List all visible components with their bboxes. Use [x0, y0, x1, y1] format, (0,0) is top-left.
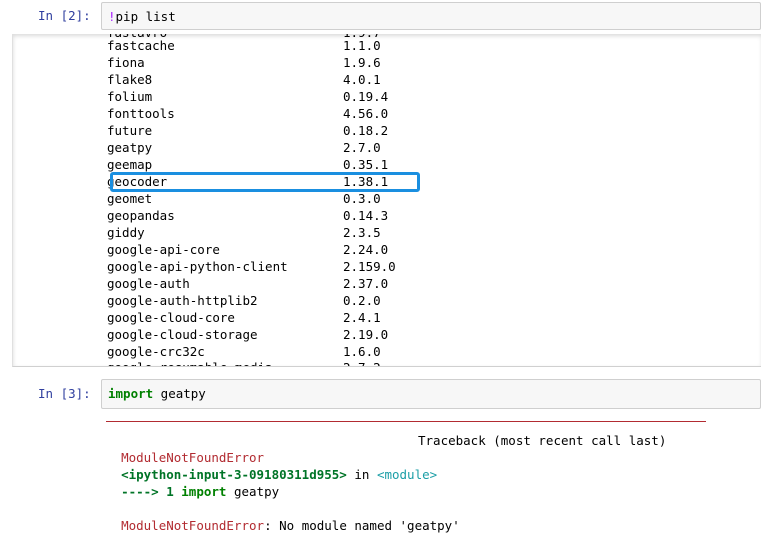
cell-2-prompt: In [2]:: [38, 8, 91, 23]
package-version: 2.19.0: [343, 327, 389, 342]
package-name: google-crc32c: [107, 344, 205, 359]
final-error-name: ModuleNotFoundError: [121, 518, 265, 533]
cell-3-input[interactable]: import geatpy: [101, 379, 761, 409]
package-name: google-auth: [107, 276, 190, 291]
arrow: ----> 1: [121, 484, 182, 499]
package-version: 2.24.0: [343, 242, 389, 257]
package-version: 0.3.0: [343, 191, 381, 206]
package-version: 1.9.6: [343, 55, 381, 70]
package-name: folium: [107, 89, 153, 104]
package-version: 0.35.1: [343, 157, 389, 172]
package-name: google-cloud-storage: [107, 327, 258, 342]
pip-list-output[interactable]: fastavro1.9.7 fastcache1.1.0fiona1.9.6fl…: [12, 34, 761, 367]
package-row-fastcache: fastcache 1.1.0: [107, 37, 381, 54]
package-name: geemap: [107, 157, 153, 172]
package-row-google-cloud-storage: google-cloud-storage 2.19.0: [107, 326, 388, 343]
package-version: 4.0.1: [343, 72, 381, 87]
package-name: future: [107, 123, 153, 138]
package-name: google-auth-httplib2: [107, 293, 258, 308]
package-version: 0.2.0: [343, 293, 381, 308]
traceback-header-right: Traceback (most recent call last): [418, 433, 667, 448]
package-name: geatpy: [107, 140, 153, 155]
package-version: 0.19.4: [343, 89, 389, 104]
package-name: google-api-python-client: [107, 259, 288, 274]
package-row-google-cloud-core: google-cloud-core 2.4.1: [107, 309, 381, 326]
package-name: geomet: [107, 191, 153, 206]
package-name: fastcache: [107, 38, 175, 53]
traceback-arrow-line: ----> 1 import geatpy: [106, 466, 279, 500]
package-name: giddy: [107, 225, 145, 240]
final-error-message: : No module named 'geatpy': [264, 518, 460, 533]
arrow-rest: geatpy: [226, 484, 280, 499]
package-row-google-api-core: google-api-core 2.24.0: [107, 241, 388, 258]
module-ref: <module>: [376, 467, 438, 482]
package-name: google-cloud-core: [107, 310, 235, 325]
package-version: 0.14.3: [343, 208, 389, 223]
arrow-import-keyword: import: [181, 484, 227, 499]
package-row-google-api-python-client: google-api-python-client 2.159.0: [107, 258, 396, 275]
package-version: 1.6.0: [343, 344, 381, 359]
cell-3-module: geatpy: [153, 386, 206, 401]
package-name: fonttools: [107, 106, 175, 121]
package-row-folium: folium 0.19.4: [107, 88, 388, 105]
package-version: 0.18.2: [343, 123, 389, 138]
traceback-rule: [106, 421, 706, 422]
package-row-geomet: geomet 0.3.0: [107, 190, 381, 207]
package-row-flake8: flake8 4.0.1: [107, 71, 381, 88]
package-version: 2.3.5: [343, 225, 381, 240]
package-row-giddy: giddy 2.3.5: [107, 224, 381, 241]
package-row-geemap: geemap 0.35.1: [107, 156, 388, 173]
clipped-row-bottom: google-resumable-media2.7.2: [107, 359, 381, 366]
package-name: google-api-core: [107, 242, 220, 257]
package-row-google-auth-httplib2: google-auth-httplib2 0.2.0: [107, 292, 381, 309]
geatpy-highlight-box: [110, 172, 420, 192]
package-version: 2.37.0: [343, 276, 389, 291]
package-row-geopandas: geopandas 0.14.3: [107, 207, 388, 224]
import-keyword: import: [108, 386, 154, 401]
package-name: flake8: [107, 72, 153, 87]
package-name: fiona: [107, 55, 145, 70]
in-word: in: [346, 467, 377, 482]
cell-2-code: pip list: [115, 9, 176, 24]
package-version: 1.1.0: [343, 38, 381, 53]
package-row-geatpy: geatpy 2.7.0: [107, 139, 381, 156]
package-name: geopandas: [107, 208, 175, 223]
shell-bang: !: [108, 9, 116, 24]
package-version: 4.56.0: [343, 106, 389, 121]
package-version: 2.4.1: [343, 310, 381, 325]
package-row-fiona: fiona 1.9.6: [107, 54, 381, 71]
package-row-fonttools: fonttools 4.56.0: [107, 105, 388, 122]
traceback-final: ModuleNotFoundError: No module named 'ge…: [106, 500, 460, 534]
package-version: 2.7.0: [343, 140, 381, 155]
cell-3-prompt: In [3]:: [38, 386, 91, 401]
package-row-future: future 0.18.2: [107, 122, 388, 139]
package-row-google-crc32c: google-crc32c 1.6.0: [107, 343, 381, 360]
package-version: 2.159.0: [343, 259, 396, 274]
package-row-google-auth: google-auth 2.37.0: [107, 275, 388, 292]
cell-2-input[interactable]: !pip list: [101, 2, 761, 30]
